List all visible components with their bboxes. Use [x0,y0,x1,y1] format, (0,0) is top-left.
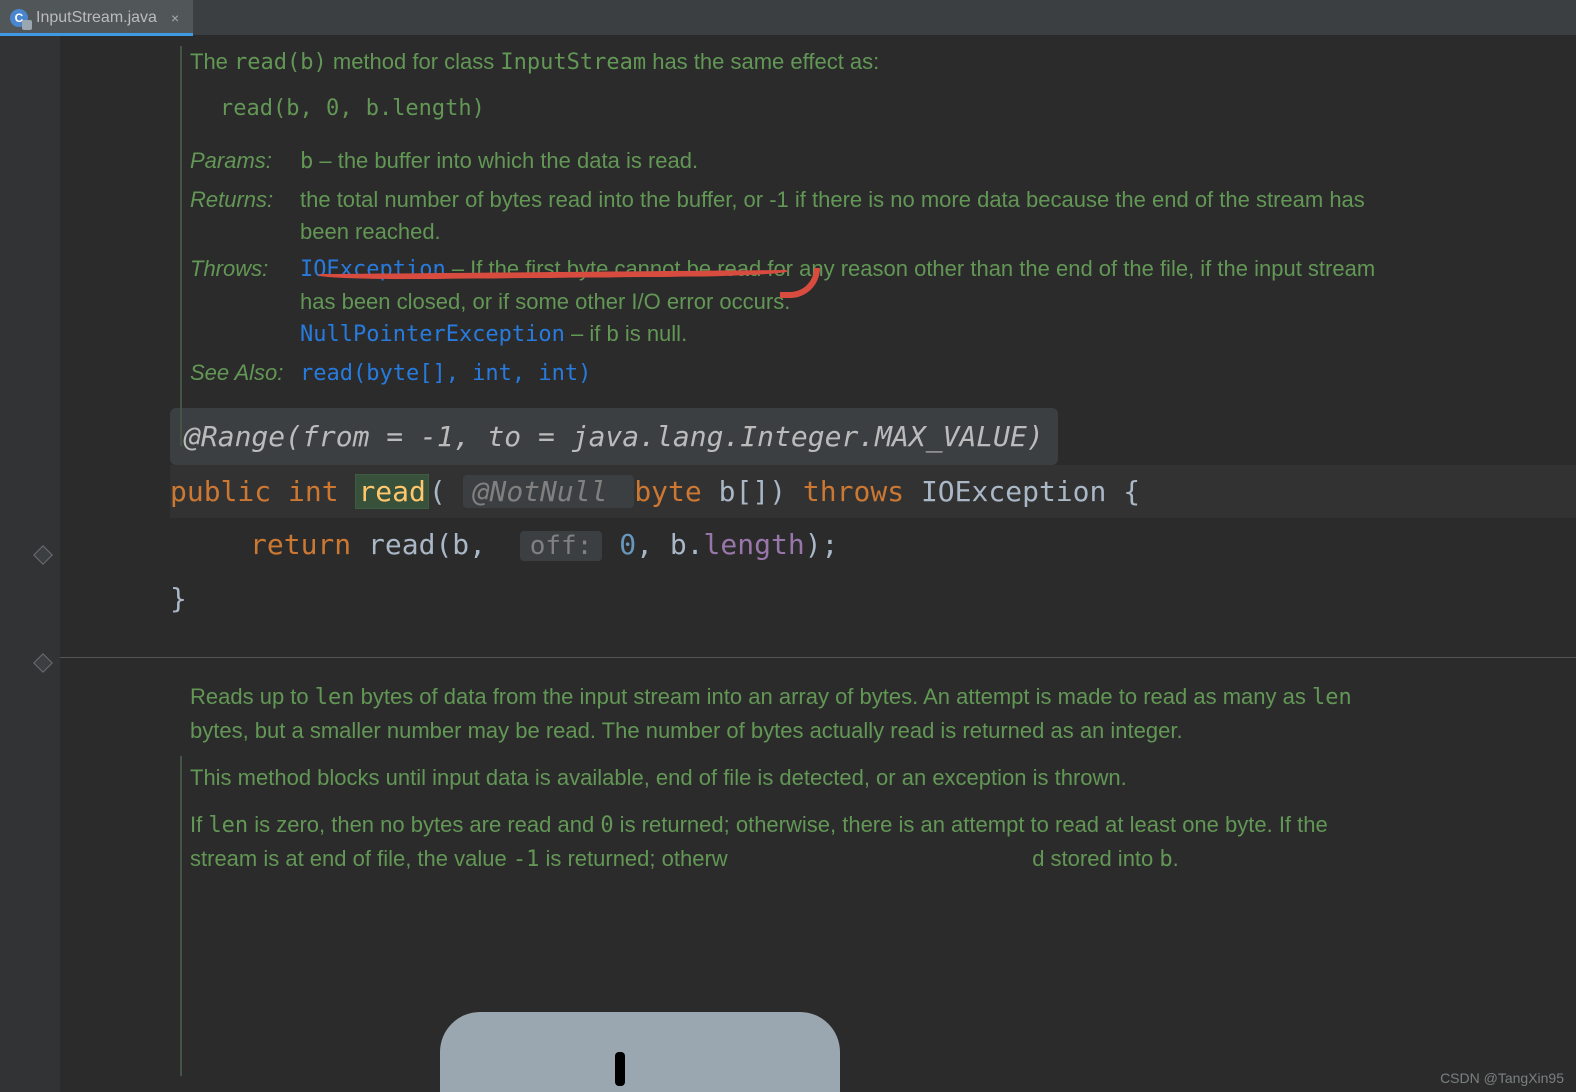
doc-text: Reads up to [190,684,315,709]
doc-text: is returned; otherwise, there is an atte… [614,812,1298,837]
doc-seealso-label: See Also: [190,357,300,390]
doc-seealso-link[interactable]: read(byte[], int, int) [300,361,591,386]
doc-throws-label: Throws: [190,253,300,351]
doc-text: bytes, but a smaller number may be read.… [190,718,1183,743]
rparen-semi: ); [805,528,839,561]
gutter[interactable] [0,36,60,1092]
comma: , [636,528,670,561]
java-class-icon: C [10,9,28,27]
doc-params-label: Params: [190,145,300,178]
field-length: length [704,528,805,561]
code-block[interactable]: @Range(from = -1, to = java.lang.Integer… [170,408,1576,625]
keyword-public: public [170,475,271,508]
doc-text: bytes of data from the input stream into… [355,684,1312,709]
doc-returns-text: the total number of bytes read into the … [300,184,1380,248]
doc-text: method for class [327,49,501,74]
call-read: read(b, [368,528,486,561]
rbrace: } [170,582,187,615]
tab-bar: C InputStream.java × [0,0,1576,36]
keyword-return: return [250,528,351,561]
tab-filename: InputStream.java [36,9,157,27]
javadoc-border [180,756,182,1076]
fold-toggle-icon[interactable] [33,653,53,673]
separator [60,657,1576,658]
javadoc-border [180,46,182,446]
source-pane[interactable]: The read(b) method for class InputStream… [60,36,1576,1092]
doc-text: has the same effect as: [646,49,879,74]
doc-throws-ioexception-text: – If the first byte cannot be read for a… [300,256,1375,314]
inlay-hint-off: off: [520,531,603,561]
watermark: CSDN @TangXin95 [1440,1070,1564,1086]
editor: The read(b) method for class InputStream… [0,36,1576,1092]
cursor-caret-icon [615,1052,625,1086]
doc-param-desc: – the buffer into which the data is read… [313,148,698,173]
notnull-hint: @NotNull [463,475,635,508]
type-byte: byte [634,475,701,508]
javadoc-block-read-len: Reads up to len bytes of data from the i… [190,680,1390,876]
doc-code-len: len [315,685,355,710]
keyword-throws: throws [803,475,904,508]
dot: . [687,528,704,561]
editor-tab-inputstream[interactable]: C InputStream.java × [0,0,193,35]
lbrace: { [1123,475,1140,508]
doc-code-neg1: -1 [513,847,540,872]
keyword-int: int [288,475,339,508]
doc-text: is zero, then no bytes are read and [248,812,600,837]
doc-returns-label: Returns: [190,184,300,248]
doc-text: This method blocks until input data is a… [190,761,1390,794]
param-b: b[] [719,475,770,508]
doc-text: is returned; otherw [539,846,727,871]
doc-code-b: b [1159,847,1172,872]
ref-b: b [670,528,687,561]
doc-code-zero: 0 [600,813,613,838]
doc-throws-npe-text: – if b is null. [565,321,687,346]
method-name-read: read [355,474,428,509]
doc-class: InputStream [500,50,646,75]
range-annotation-hint: @Range(from = -1, to = java.lang.Integer… [170,408,1058,465]
doc-code-len: len [208,813,248,838]
doc-text: If [190,812,208,837]
close-icon[interactable]: × [171,10,179,26]
fold-toggle-icon[interactable] [33,545,53,565]
doc-text: The [190,49,234,74]
doc-code: read(b) [234,50,327,75]
doc-param-name: b [300,149,313,174]
literal-zero: 0 [619,528,636,561]
cursor-overlay [440,1012,840,1092]
doc-text: d stored into [1032,846,1159,871]
doc-code-len: len [1312,685,1352,710]
exception-type: IOException [921,475,1106,508]
doc-throws-npe-link[interactable]: NullPointerException [300,322,565,347]
javadoc-block-read-b: The read(b) method for class InputStream… [190,46,1576,390]
doc-example: read(b, 0, b.length) [220,93,1576,125]
doc-text: . [1173,846,1179,871]
